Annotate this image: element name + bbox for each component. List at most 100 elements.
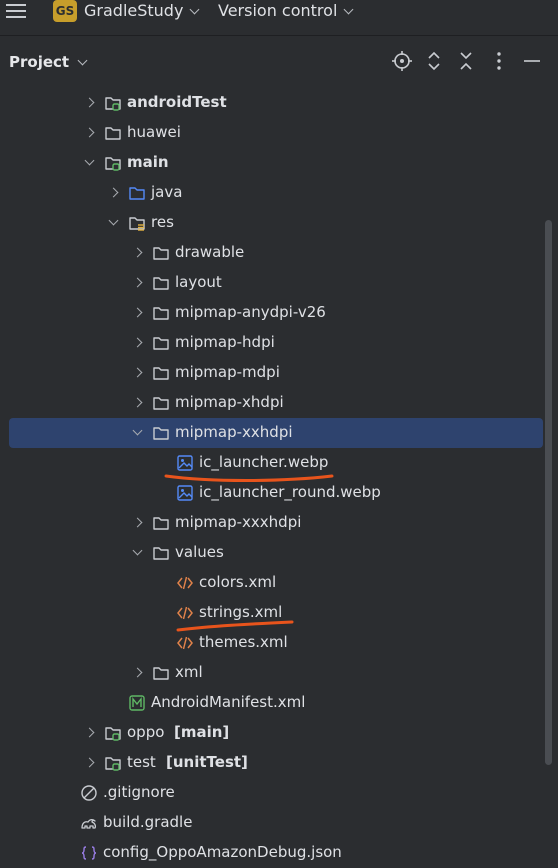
chevron-right-icon[interactable] [82,125,98,141]
chevron-down-icon[interactable] [130,425,146,441]
project-badge[interactable]: GS [53,0,77,22]
tree-node[interactable]: build.gradle [0,808,548,838]
tree-node-label: ic_launcher.webp [199,453,329,471]
resource-folder-icon [128,214,146,232]
tree-node[interactable]: values [0,538,548,568]
source-folder-icon [104,94,122,112]
tree-node-label: mipmap-xhdpi [175,393,284,411]
folder-icon [152,424,170,442]
tree-node[interactable]: config_OppoAmazonDebug.json [0,838,548,868]
expand-all-icon[interactable] [423,50,445,72]
chevron-down-icon[interactable] [106,215,122,231]
project-name: GradleStudy [84,1,184,20]
tree-node-label: mipmap-xxhdpi [175,423,293,441]
underline-annotation [176,620,294,632]
tree-node[interactable]: androidTest [0,88,548,118]
tree-node[interactable]: mipmap-mdpi [0,358,548,388]
folder-icon [152,514,170,532]
project-panel-header: Project [0,36,558,88]
tree-node-label: mipmap-hdpi [175,333,275,351]
java-folder-icon [128,184,146,202]
gradle-file-icon [80,814,98,832]
tree-node-suffix: [main] [174,723,230,741]
tree-node-label: xml [175,663,203,681]
folder-icon [152,274,170,292]
tree-node-label: colors.xml [199,573,277,591]
chevron-right-icon[interactable] [130,365,146,381]
tree-node-label: mipmap-anydpi-v26 [175,303,326,321]
chevron-right-icon[interactable] [130,335,146,351]
folder-icon [152,664,170,682]
xml-file-icon [176,574,194,592]
chevron-down-icon [189,4,200,14]
json-file-icon [80,844,98,862]
tree-node[interactable]: mipmap-hdpi [0,328,548,358]
tree-node-label: .gitignore [103,783,175,801]
chevron-right-icon[interactable] [130,245,146,261]
chevron-down-icon[interactable] [130,545,146,561]
tree-node-label: java [151,183,183,201]
tree-node[interactable]: mipmap-xxhdpi [9,418,543,448]
locate-file-icon[interactable] [391,50,413,72]
tree-node-label: mipmap-mdpi [175,363,280,381]
minimize-icon[interactable] [521,50,543,72]
project-view-selector[interactable]: Project [9,53,88,71]
more-options-icon[interactable] [488,50,510,72]
tree-node-label: values [175,543,224,561]
chevron-right-icon[interactable] [130,275,146,291]
folder-icon [152,304,170,322]
panel-title: Project [9,53,70,71]
tree-node-label: AndroidManifest.xml [151,693,306,711]
chevron-right-icon[interactable] [130,305,146,321]
tree-node-label: oppo [127,723,165,741]
chevron-down-icon[interactable] [82,155,98,171]
chevron-right-icon[interactable] [82,725,98,741]
tree-node[interactable]: java [0,178,548,208]
vertical-scrollbar[interactable] [545,220,552,765]
chevron-down-icon [77,55,88,65]
tree-node[interactable]: oppo [main] [0,718,548,748]
tree-node[interactable]: layout [0,268,548,298]
chevron-right-icon[interactable] [130,395,146,411]
tree-node-label: main [127,153,169,171]
tree-node[interactable]: mipmap-xxxhdpi [0,508,548,538]
chevron-right-icon[interactable] [130,665,146,681]
tree-node-label: config_OppoAmazonDebug.json [103,843,342,861]
version-control-label: Version control [218,1,338,20]
tree-node-label: layout [175,273,222,291]
tree-node[interactable]: main [0,148,548,178]
tree-node[interactable]: mipmap-xhdpi [0,388,548,418]
folder-icon [152,394,170,412]
title-bar: GS GradleStudy Version control [0,0,558,28]
main-menu-icon[interactable] [6,0,26,22]
chevron-right-icon[interactable] [130,515,146,531]
folder-icon [152,544,170,562]
tree-node[interactable]: xml [0,658,548,688]
folder-icon [152,334,170,352]
tree-node-label: build.gradle [103,813,193,831]
tree-node-label: res [151,213,174,231]
tree-node[interactable]: test [unitTest] [0,748,548,778]
project-switcher-button[interactable]: GradleStudy [84,0,200,22]
collapse-all-icon[interactable] [455,50,477,72]
tree-node-label: huawei [127,123,181,141]
chevron-right-icon[interactable] [82,95,98,111]
tree-node[interactable]: res [0,208,548,238]
tree-node-label: drawable [175,243,245,261]
tree-node[interactable]: huawei [0,118,548,148]
tree-node[interactable]: colors.xml [0,568,548,598]
tree-node-label: androidTest [127,93,227,111]
source-folder-icon [104,754,122,772]
tree-node[interactable]: AndroidManifest.xml [0,688,548,718]
chevron-down-icon [343,4,354,14]
manifest-file-icon [128,694,146,712]
version-control-button[interactable]: Version control [218,0,354,22]
tree-node[interactable]: .gitignore [0,778,548,808]
source-folder-icon [104,724,122,742]
chevron-right-icon[interactable] [82,755,98,771]
tree-node[interactable]: drawable [0,238,548,268]
chevron-right-icon[interactable] [106,185,122,201]
underline-annotation [164,474,334,482]
tree-node[interactable]: mipmap-anydpi-v26 [0,298,548,328]
tree-node-label: test [127,753,156,771]
